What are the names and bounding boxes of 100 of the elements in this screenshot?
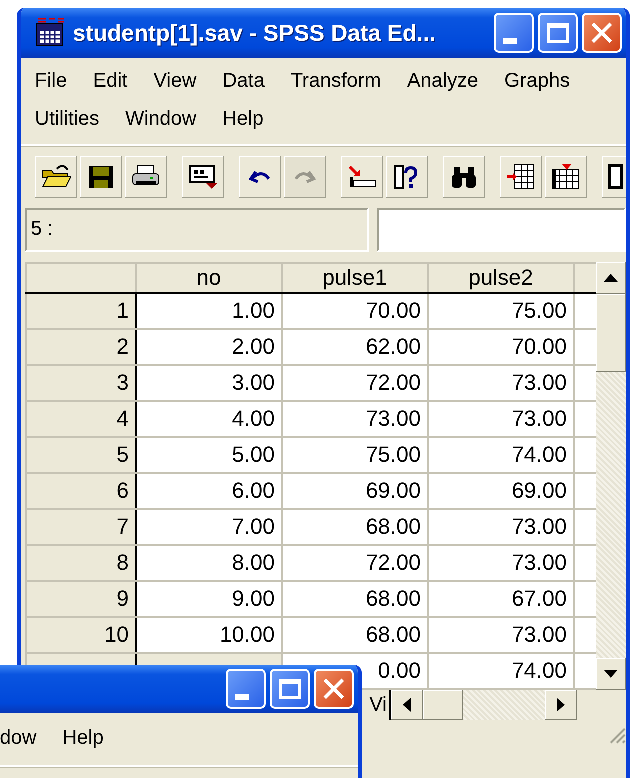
table-cell: 73.00: [282, 401, 428, 437]
row-header[interactable]: 7: [26, 509, 136, 545]
table-cell: 10.00: [136, 617, 282, 653]
row-header[interactable]: 8: [26, 545, 136, 581]
table-cell: 70.00: [428, 329, 574, 365]
table-cell: 69.00: [282, 473, 428, 509]
scroll-down-button[interactable]: [596, 658, 626, 690]
down-arrow-icon: [604, 670, 618, 678]
table-cell: 3.00: [136, 365, 282, 401]
insert-column-icon: [551, 163, 581, 191]
toolbar-button[interactable]: [386, 156, 428, 198]
scroll-thumb[interactable]: [423, 690, 463, 720]
column-header[interactable]: pulse2: [428, 263, 574, 293]
scroll-thumb[interactable]: [596, 294, 626, 372]
spreadsheet-icon: [35, 18, 65, 48]
table-cell: 62.00: [282, 329, 428, 365]
toolbar-button[interactable]: [35, 156, 77, 198]
row-header[interactable]: 5: [26, 437, 136, 473]
minimize-button[interactable]: [494, 13, 534, 53]
minimize-icon: [503, 38, 517, 44]
toolbar-button[interactable]: [182, 156, 224, 198]
scroll-right-button[interactable]: [545, 690, 577, 720]
window-dropdown-icon: [188, 163, 218, 191]
minimize-icon: [235, 694, 249, 700]
table-cell: 75.00: [282, 437, 428, 473]
row-header[interactable]: 2: [26, 329, 136, 365]
table-cell: 6.00: [136, 473, 282, 509]
row-header[interactable]: 6: [26, 473, 136, 509]
table-cell: 8.00: [136, 545, 282, 581]
toolbar-button[interactable]: [341, 156, 383, 198]
menu-item[interactable]: Window: [125, 108, 197, 130]
table-cell: 68.00: [282, 617, 428, 653]
right-arrow-icon: [557, 698, 565, 712]
table-cell: 72.00: [282, 545, 428, 581]
close-icon: [323, 678, 345, 700]
row-header[interactable]: 9: [26, 581, 136, 617]
menu-item[interactable]: dow: [0, 726, 37, 750]
row-header[interactable]: 1: [26, 293, 136, 329]
column-header[interactable]: pulse1: [282, 263, 428, 293]
table-cell: 69.00: [428, 473, 574, 509]
table-cell: 7.00: [136, 509, 282, 545]
table-cell: 73.00: [428, 617, 574, 653]
table-cell: 70.00: [282, 293, 428, 329]
sheet-tab[interactable]: Vi: [368, 694, 389, 716]
menu-item[interactable]: Data: [222, 70, 265, 92]
table-cell: 9.00: [136, 581, 282, 617]
up-arrow-icon: [604, 274, 618, 282]
minimize-button[interactable]: [226, 669, 266, 709]
cell-reference: 5 :: [25, 208, 369, 252]
insert-row-icon: [506, 163, 536, 191]
scroll-left-button[interactable]: [391, 690, 423, 720]
close-button[interactable]: [582, 13, 622, 53]
table-cell: 74.00: [428, 653, 574, 689]
table-cell: 73.00: [428, 545, 574, 581]
toolbar-button[interactable]: [80, 156, 122, 198]
menu-item[interactable]: Analyze: [407, 70, 478, 92]
maximize-icon: [279, 679, 301, 699]
maximize-button[interactable]: [538, 13, 578, 53]
maximize-button[interactable]: [270, 669, 310, 709]
table-cell: 1.00: [136, 293, 282, 329]
table-cell: 5.00: [136, 437, 282, 473]
row-header[interactable]: 10: [26, 617, 136, 653]
redo-arrow-icon: [294, 170, 316, 184]
menu-item[interactable]: Graphs: [504, 70, 570, 92]
table-cell: 74.00: [428, 437, 574, 473]
menu-item[interactable]: File: [35, 70, 68, 92]
maximize-icon: [547, 23, 569, 43]
row-header[interactable]: 4: [26, 401, 136, 437]
table-cell: 4.00: [136, 401, 282, 437]
row-header[interactable]: 3: [26, 365, 136, 401]
window-title: studentp[1].sav - SPSS Data Ed...: [73, 20, 437, 46]
table-cell: 72.00: [282, 365, 428, 401]
vertical-scrollbar[interactable]: [596, 262, 626, 690]
toolbar-button[interactable]: [239, 156, 281, 198]
toolbar-button[interactable]: [443, 156, 485, 198]
menu-item[interactable]: View: [154, 70, 197, 92]
table-cell: 2.00: [136, 329, 282, 365]
scroll-up-button[interactable]: [596, 262, 626, 294]
menu-item[interactable]: Help: [62, 726, 104, 750]
left-arrow-icon: [403, 698, 411, 712]
cell-value-field[interactable]: [377, 208, 626, 252]
table-cell: 68.00: [282, 509, 428, 545]
undo-arrow-icon: [249, 170, 271, 184]
toolbar-button[interactable]: [545, 156, 587, 198]
table-cell: 73.00: [428, 509, 574, 545]
menu-item[interactable]: Transform: [290, 70, 382, 92]
table-cell: 73.00: [428, 401, 574, 437]
menu-item[interactable]: Utilities: [35, 108, 100, 130]
table-cell: 67.00: [428, 581, 574, 617]
menu-item[interactable]: Help: [222, 108, 264, 130]
table-cell: 75.00: [428, 293, 574, 329]
toolbar-button[interactable]: [500, 156, 542, 198]
close-icon: [591, 22, 613, 44]
horizontal-scrollbar[interactable]: [389, 690, 577, 720]
table-cell: 73.00: [428, 365, 574, 401]
toolbar-button[interactable]: [125, 156, 167, 198]
column-header[interactable]: no: [136, 263, 282, 293]
table-cell: 68.00: [282, 581, 428, 617]
menu-item[interactable]: Edit: [93, 70, 128, 92]
close-button[interactable]: [314, 669, 354, 709]
